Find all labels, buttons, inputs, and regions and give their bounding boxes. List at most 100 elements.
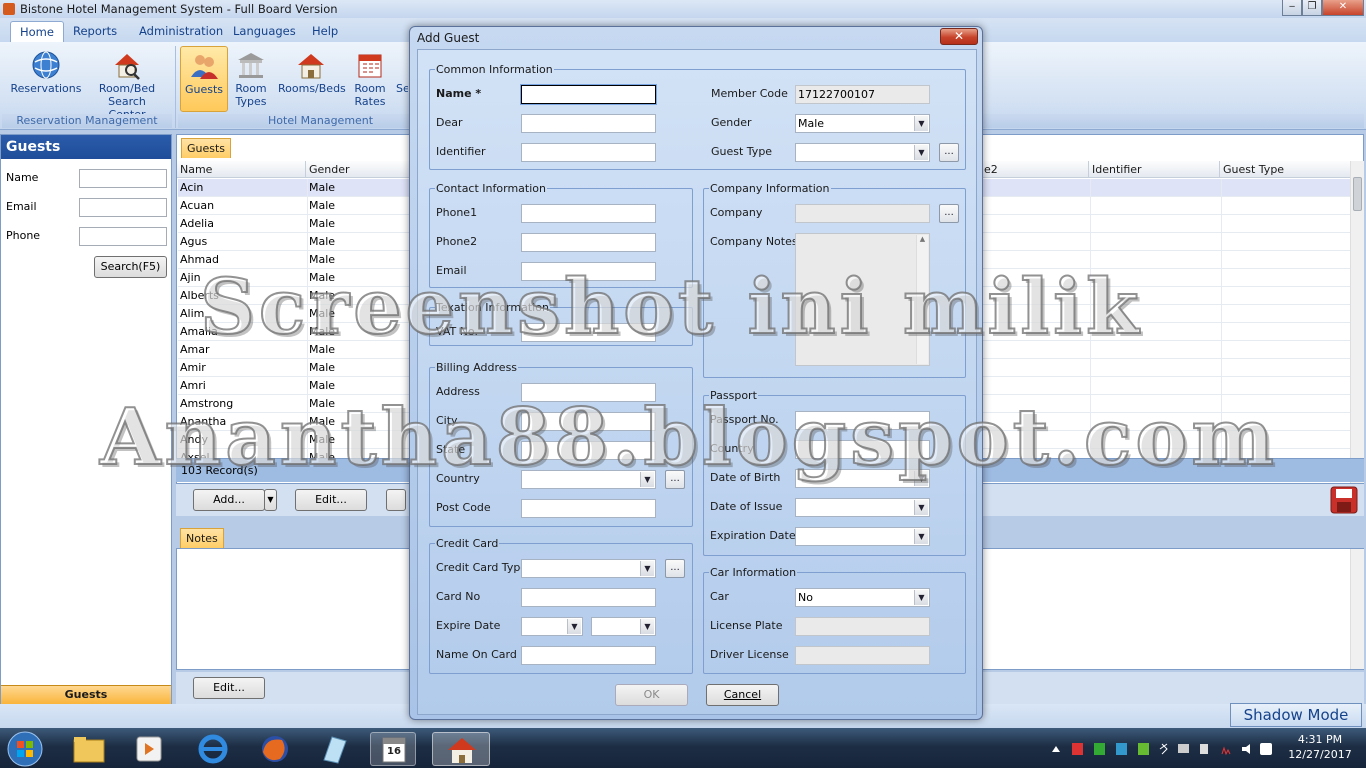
company-browse-button[interactable]: ...	[939, 204, 959, 223]
city-input[interactable]	[521, 412, 656, 431]
card-type-browse-button[interactable]: ...	[665, 559, 685, 578]
column-header-name[interactable]: Name	[177, 161, 306, 178]
card-type-select[interactable]: ▼	[521, 559, 656, 578]
name-on-card-input[interactable]	[521, 646, 656, 665]
billing-country-browse-button[interactable]: ...	[665, 470, 685, 489]
system-clock[interactable]: 4:31 PM 12/27/2017	[1284, 732, 1356, 762]
passport-no-input[interactable]	[795, 411, 930, 430]
tab-home[interactable]: Home	[10, 21, 64, 42]
maximize-button[interactable]: ❐	[1302, 0, 1322, 16]
save-icon[interactable]	[1330, 486, 1358, 517]
guest-type-browse-button[interactable]: ...	[939, 143, 959, 162]
member-code-input[interactable]: 17122700107	[795, 85, 930, 104]
column-header-identifier[interactable]: Identifier	[1089, 161, 1220, 178]
shadow-mode-button[interactable]: Shadow Mode	[1230, 703, 1362, 727]
address-input[interactable]	[521, 383, 656, 402]
dialog-body: Common Information Name * Dear Identifie…	[417, 49, 977, 715]
license-plate-input[interactable]	[795, 617, 930, 636]
credit-card-group: Credit Card Credit Card Type ▼ ... Card …	[429, 537, 693, 674]
firefox-icon[interactable]	[252, 732, 298, 766]
state-input[interactable]	[521, 441, 656, 460]
guests-nav-button[interactable]: Guests	[1, 685, 171, 704]
add-guest-button[interactable]: Add...	[193, 489, 265, 511]
vat-input[interactable]	[521, 323, 656, 342]
gender-select[interactable]: Male ▼	[795, 114, 930, 133]
system-tray-icons[interactable]	[1050, 742, 1272, 756]
tab-reports[interactable]: Reports	[64, 21, 126, 42]
search-email-input[interactable]	[79, 198, 167, 217]
guests-button[interactable]: Guests	[180, 46, 228, 112]
passport-group: Passport Passport No. Country Date of Bi…	[703, 389, 966, 556]
guest-type-select[interactable]: ▼	[795, 143, 930, 162]
room-rates-button[interactable]: Room Rates	[350, 46, 390, 112]
edit-notes-button[interactable]: Edit...	[193, 677, 265, 699]
passport-country-input[interactable]	[795, 440, 930, 459]
dialog-close-button[interactable]: ✕	[940, 28, 978, 45]
billing-country-select[interactable]: ▼	[521, 470, 656, 489]
tab-languages[interactable]: Languages	[224, 21, 305, 42]
tab-guests-grid[interactable]: Guests	[181, 138, 232, 158]
dear-input[interactable]	[521, 114, 656, 133]
expiration-picker[interactable]: ▼	[795, 527, 930, 546]
email-input[interactable]	[521, 262, 656, 281]
contact-information-group: Contact Information Phone1 Phone2 Email	[429, 182, 693, 288]
start-button[interactable]	[6, 730, 44, 768]
company-notes-scrollbar[interactable]: ▲	[916, 235, 928, 364]
column-header-phone2[interactable]: e2	[981, 161, 1089, 178]
column-header-guest-type[interactable]: Guest Type	[1220, 161, 1351, 178]
card-no-input[interactable]	[521, 588, 656, 607]
guest-name-input[interactable]	[520, 84, 657, 105]
expire-month-select[interactable]: ▼	[521, 617, 583, 636]
rooms-beds-button[interactable]: Rooms/Beds	[278, 46, 346, 112]
add-dropdown-button[interactable]: ▼	[264, 489, 277, 511]
identifier-input[interactable]	[521, 143, 656, 162]
column-divider	[307, 197, 308, 214]
passport-no-label: Passport No.	[710, 413, 779, 426]
explorer-icon[interactable]	[66, 732, 112, 766]
search-center-button[interactable]: Room/Bed Search Center	[88, 46, 166, 121]
minimize-button[interactable]: ‒	[1282, 0, 1302, 16]
hidden-button-partial[interactable]	[386, 489, 406, 511]
edit-guest-button[interactable]: Edit...	[295, 489, 367, 511]
ok-button[interactable]: OK	[615, 684, 688, 706]
company-input[interactable]	[795, 204, 930, 223]
notes-app-icon[interactable]	[312, 732, 358, 766]
phone1-input[interactable]	[521, 204, 656, 223]
room-types-button[interactable]: Room Types	[230, 46, 272, 112]
hotel-app-taskbar-button[interactable]	[432, 732, 490, 766]
postcode-input[interactable]	[521, 499, 656, 518]
driver-license-input[interactable]	[795, 646, 930, 665]
settings-button-partial[interactable]: Se	[396, 46, 408, 112]
doi-picker[interactable]: ▼	[795, 498, 930, 517]
tab-administration[interactable]: Administration	[130, 21, 232, 42]
expire-date-label: Expire Date	[436, 619, 501, 632]
search-name-input[interactable]	[79, 169, 167, 188]
reservations-button[interactable]: Reservations	[8, 46, 84, 112]
search-phone-input[interactable]	[79, 227, 167, 246]
car-select[interactable]: No ▼	[795, 588, 930, 607]
dear-label: Dear	[436, 116, 463, 129]
close-window-button[interactable]: ✕	[1322, 0, 1364, 16]
calendar-app-icon[interactable]: 16	[370, 732, 416, 766]
column-divider	[1090, 305, 1091, 322]
tab-help[interactable]: Help	[303, 21, 347, 42]
grid-scrollbar[interactable]	[1350, 161, 1364, 483]
building-icon	[236, 50, 266, 80]
company-notes-textarea[interactable]: ▲	[795, 233, 930, 366]
internet-explorer-icon[interactable]	[190, 732, 236, 766]
cell-name: Amar	[180, 343, 210, 356]
search-button[interactable]: Search(F5)	[94, 256, 167, 278]
passport-country-label: Country	[710, 442, 754, 455]
dob-picker[interactable]: ▼	[795, 469, 930, 488]
expire-year-select[interactable]: ▼	[591, 617, 656, 636]
tab-notes[interactable]: Notes	[180, 528, 224, 548]
notes-scrollbar[interactable]	[1350, 549, 1364, 669]
room-rates-label-1: Room	[354, 82, 386, 95]
contact-legend: Contact Information	[436, 182, 546, 195]
column-divider	[1090, 413, 1091, 430]
phone2-input[interactable]	[521, 233, 656, 252]
column-header-gender[interactable]: Gender	[306, 161, 416, 178]
media-player-icon[interactable]	[126, 732, 172, 766]
cancel-button[interactable]: Cancel	[706, 684, 779, 706]
phone2-label: Phone2	[436, 235, 478, 248]
